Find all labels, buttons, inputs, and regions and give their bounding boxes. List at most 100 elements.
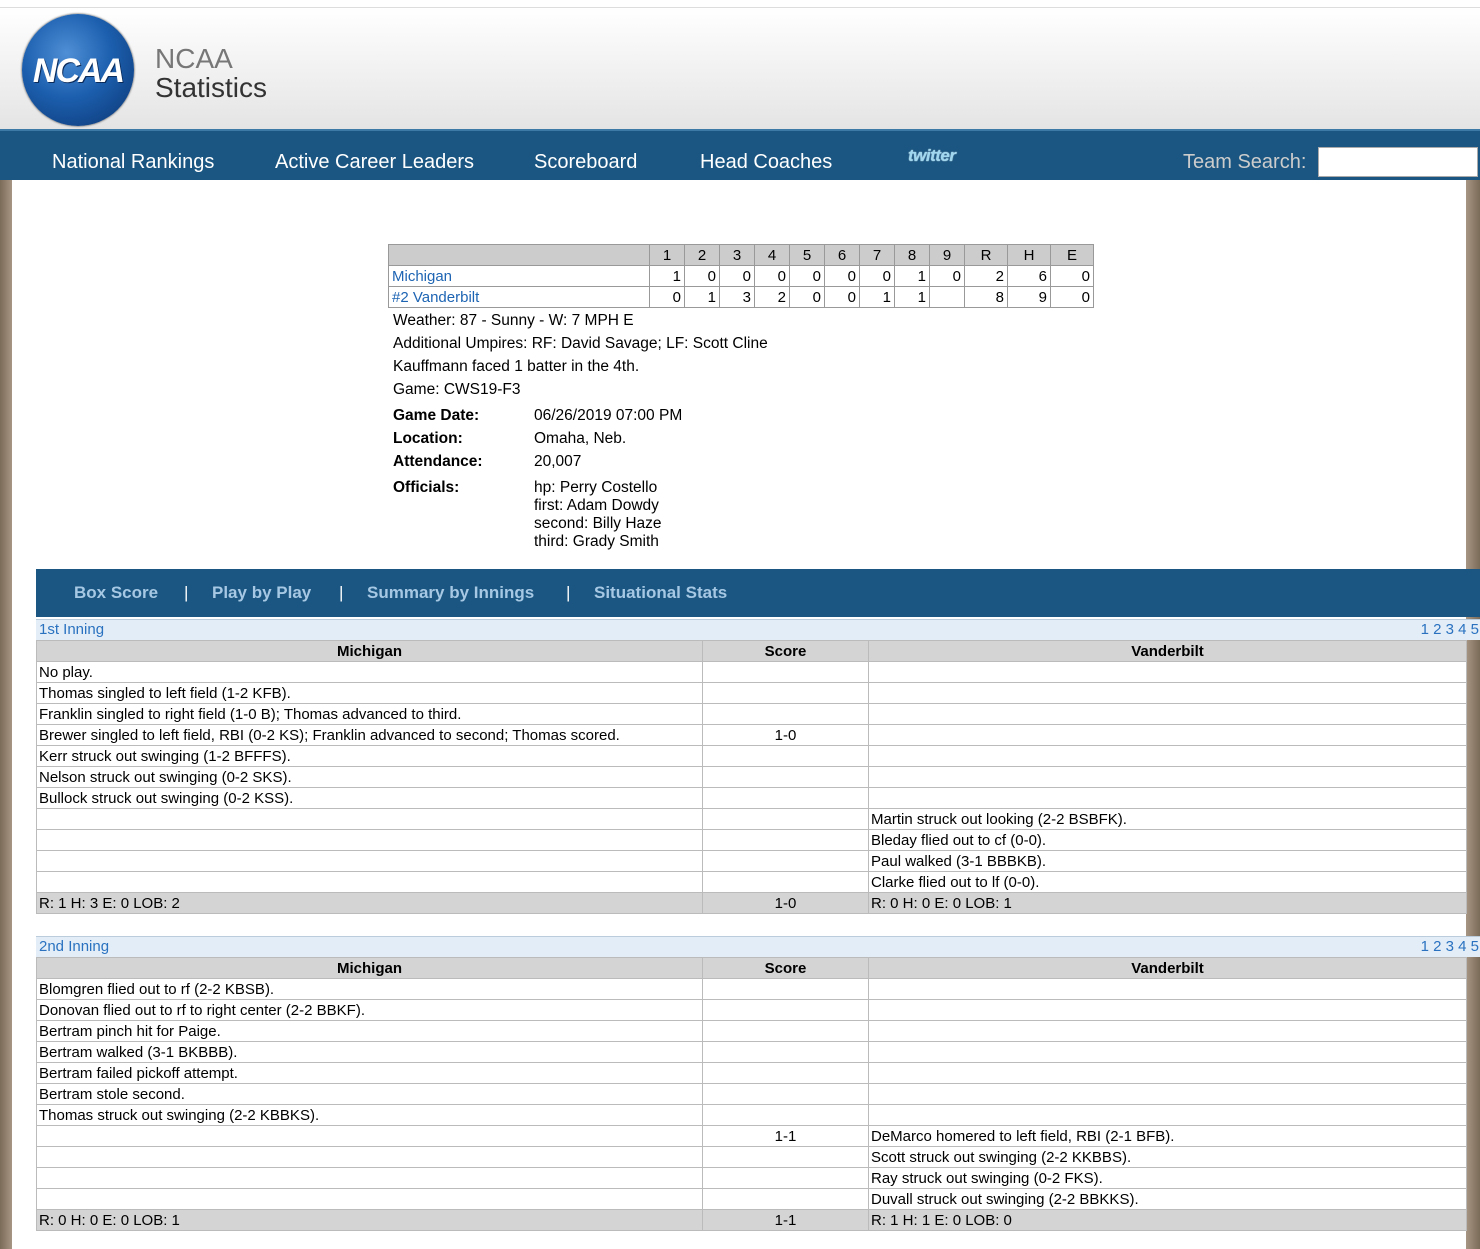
away-play: No play. — [36, 661, 703, 683]
twitter-link[interactable]: twitter — [908, 146, 956, 166]
inning-score-cell: 1 — [894, 265, 930, 287]
inning-pager: 1 2 3 4 5 — [1421, 621, 1479, 638]
team-link-vanderbilt[interactable]: #2 Vanderbilt — [388, 286, 650, 308]
inning-score-cell: 0 — [719, 265, 755, 287]
inning-col-header: 9 — [929, 244, 965, 266]
nav-national-rankings[interactable]: National Rankings — [52, 151, 214, 174]
away-play: Bullock struck out swinging (0-2 KSS). — [36, 787, 703, 809]
errors-cell: 0 — [1050, 265, 1094, 287]
home-totals: R: 0 H: 0 E: 0 LOB: 1 — [868, 892, 1467, 914]
table-row: No play. — [36, 661, 1467, 683]
inning-score-cell — [929, 286, 965, 308]
home-play: Duvall struck out swinging (2-2 BBKKS). — [868, 1188, 1467, 1210]
site-title-line2: Statistics — [155, 72, 268, 103]
away-play: Bertram failed pickoff attempt. — [36, 1062, 703, 1084]
score-cell — [702, 871, 869, 893]
home-play: Paul walked (3-1 BBBKB). — [868, 850, 1467, 872]
tab-summary-by-innings[interactable]: Summary by Innings — [367, 583, 534, 603]
home-play: Clarke flied out to lf (0-0). — [868, 871, 1467, 893]
line-score-header: 1 2 3 4 5 6 7 8 9 R H E — [388, 244, 1094, 266]
inning-pager: 1 2 3 4 5 — [1421, 938, 1479, 955]
score-total: 1-0 — [702, 892, 869, 914]
inning-page-link[interactable]: 3 — [1446, 938, 1454, 955]
away-play: Nelson struck out swinging (0-2 SKS). — [36, 766, 703, 788]
site-header: NCAA NCAA Statistics — [0, 7, 1480, 130]
runs-cell: 2 — [964, 265, 1008, 287]
inning-score-cell: 0 — [684, 265, 720, 287]
score-cell: 1-1 — [702, 1125, 869, 1147]
score-cell — [702, 682, 869, 704]
inning-col-header: 4 — [754, 244, 790, 266]
score-cell — [702, 766, 869, 788]
line-score-table: 1 2 3 4 5 6 7 8 9 R H E Michigan 1 0 0 0… — [388, 244, 1094, 308]
nav-scoreboard[interactable]: Scoreboard — [534, 151, 637, 174]
inning-page-link[interactable]: 2 — [1433, 621, 1441, 638]
away-play — [36, 1188, 703, 1210]
table-row: Bertram walked (3-1 BKBBB). — [36, 1041, 1467, 1063]
table-row: Franklin singled to right field (1-0 B);… — [36, 703, 1467, 725]
play-by-play-table: Michigan Score Vanderbilt No play. Thoma… — [36, 640, 1467, 914]
tab-box-score[interactable]: Box Score — [74, 583, 158, 603]
away-play: Thomas singled to left field (1-2 KFB). — [36, 682, 703, 704]
game-date-value: 06/26/2019 07:00 PM — [534, 407, 683, 424]
umpires-note: Additional Umpires: RF: David Savage; LF… — [393, 335, 768, 352]
home-play: Scott struck out swinging (2-2 KKBBS). — [868, 1146, 1467, 1168]
inning-col-header: 8 — [894, 244, 930, 266]
nav-active-career-leaders[interactable]: Active Career Leaders — [275, 151, 474, 174]
nav-head-coaches[interactable]: Head Coaches — [700, 151, 832, 174]
table-row: Bertram failed pickoff attempt. — [36, 1062, 1467, 1084]
inning-page-link[interactable]: 1 — [1421, 621, 1429, 638]
hits-col-header: H — [1007, 244, 1051, 266]
left-border — [0, 180, 12, 1249]
inning-page-link[interactable]: 4 — [1458, 938, 1466, 955]
logo-text: NCAA — [32, 52, 125, 90]
score-cell — [702, 787, 869, 809]
score-cell — [702, 850, 869, 872]
inning-score-cell: 0 — [649, 286, 685, 308]
score-cell — [702, 661, 869, 683]
score-cell — [702, 1188, 869, 1210]
tab-separator: | — [184, 583, 189, 602]
score-cell: 1-0 — [702, 724, 869, 746]
team-link-michigan[interactable]: Michigan — [388, 265, 650, 287]
inning-page-link[interactable]: 5 — [1471, 621, 1479, 638]
attendance-label: Attendance: — [393, 453, 483, 470]
away-play — [36, 829, 703, 851]
right-border — [1466, 180, 1480, 1249]
tab-separator: | — [339, 583, 344, 602]
home-play — [868, 787, 1467, 809]
tab-situational-stats[interactable]: Situational Stats — [594, 583, 727, 603]
inning-score-cell: 1 — [894, 286, 930, 308]
inning-col-header: 7 — [859, 244, 895, 266]
table-row: Paul walked (3-1 BBBKB). — [36, 850, 1467, 872]
hits-cell: 6 — [1007, 265, 1051, 287]
ncaa-logo[interactable]: NCAA — [22, 14, 134, 126]
home-play — [868, 1020, 1467, 1042]
tab-play-by-play[interactable]: Play by Play — [212, 583, 311, 603]
runs-cell: 8 — [964, 286, 1008, 308]
attendance-value: 20,007 — [534, 453, 582, 470]
home-play — [868, 999, 1467, 1021]
score-cell — [702, 745, 869, 767]
inning-page-link[interactable]: 5 — [1471, 938, 1479, 955]
weather-note: Weather: 87 - Sunny - W: 7 MPH E — [393, 312, 634, 329]
team-search-input[interactable] — [1318, 147, 1478, 177]
hits-cell: 9 — [1007, 286, 1051, 308]
inning-page-link[interactable]: 1 — [1421, 938, 1429, 955]
inning-header: 2nd Inning 1 2 3 4 5 — [36, 936, 1480, 957]
inning-page-link[interactable]: 4 — [1458, 621, 1466, 638]
inning-totals-row: R: 0 H: 0 E: 0 LOB: 1 1-1 R: 1 H: 1 E: 0 L… — [36, 1209, 1467, 1231]
table-row: Thomas struck out swinging (2-2 KBBKS). — [36, 1104, 1467, 1126]
inning-score-cell: 2 — [754, 286, 790, 308]
table-row: 1-1 DeMarco homered to left field, RBI (2… — [36, 1125, 1467, 1147]
away-play: Bertram stole second. — [36, 1083, 703, 1105]
score-cell — [702, 1041, 869, 1063]
table-row: Donovan flied out to rf to right center … — [36, 999, 1467, 1021]
table-row: Bullock struck out swinging (0-2 KSS). — [36, 787, 1467, 809]
inning-page-link[interactable]: 2 — [1433, 938, 1441, 955]
score-cell — [702, 1020, 869, 1042]
score-header: Score — [702, 957, 869, 979]
score-cell — [702, 1167, 869, 1189]
pitcher-note: Kauffmann faced 1 batter in the 4th. — [393, 358, 640, 375]
inning-page-link[interactable]: 3 — [1446, 621, 1454, 638]
